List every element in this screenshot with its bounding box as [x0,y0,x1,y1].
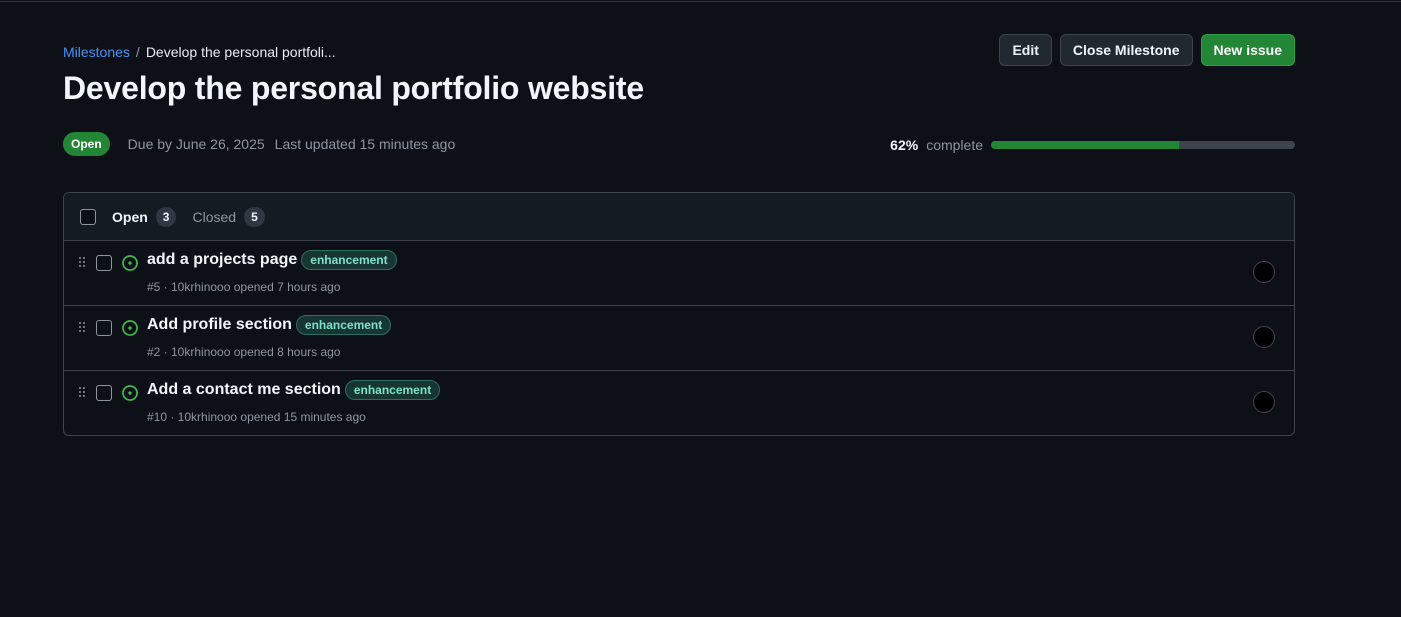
filter-closed-tab[interactable]: Closed 5 [192,206,265,227]
issue-title-line: Add profile section enhancement [147,315,392,335]
issue-checkbox[interactable] [96,320,112,336]
issue-checkbox[interactable] [96,385,112,401]
breadcrumb: Milestones / Develop the personal portfo… [63,44,336,60]
issue-row[interactable]: Add a contact me section enhancement #10… [64,371,1294,435]
avatar[interactable] [1253,326,1275,348]
issue-title-link[interactable]: add a projects page [147,251,297,269]
issue-title-line: Add a contact me section enhancement [147,380,441,400]
issue-meta: #10 · 10krhinooo opened 15 minutes ago [147,410,366,424]
milestone-meta: Open Due by June 26, 2025 Last updated 1… [63,132,455,156]
progress-bar [991,141,1295,149]
breadcrumb-milestones-link[interactable]: Milestones [63,44,130,60]
top-divider [0,1,1401,2]
issue-label[interactable]: enhancement [295,315,392,335]
issue-title-link[interactable]: Add profile section [147,316,292,334]
progress-label: complete [926,137,983,153]
breadcrumb-separator: / [135,44,140,60]
issue-opened-icon [122,255,138,271]
issue-opened-icon [122,320,138,336]
filter-closed-label: Closed [192,208,237,225]
milestone-actions: Edit Close Milestone New issue [999,34,1295,66]
last-updated: Last updated 15 minutes ago [274,136,456,152]
issue-meta: #2 · 10krhinooo opened 8 hours ago [147,345,341,359]
issue-row[interactable]: Add profile section enhancement #2 · 10k… [64,306,1294,371]
issues-list: Open 3 Closed 5 add a projects page enha… [63,192,1295,436]
drag-handle-icon[interactable] [79,256,87,270]
issue-checkbox[interactable] [96,255,112,271]
status-badge: Open [63,132,110,156]
progress-percent: 62% [890,137,919,153]
issue-title-line: add a projects page enhancement [147,250,397,270]
issue-label[interactable]: enhancement [344,380,441,400]
due-date: Due by June 26, 2025 [127,136,265,152]
filter-open-tab[interactable]: Open 3 [112,206,177,227]
filter-open-label: Open [112,208,148,225]
issue-opened-icon [122,385,138,401]
open-count: 3 [155,206,177,227]
milestone-progress: 62% complete [890,137,1295,153]
drag-handle-icon[interactable] [79,386,87,400]
avatar[interactable] [1253,391,1275,413]
closed-count: 5 [244,206,265,227]
issue-label[interactable]: enhancement [301,250,397,270]
progress-bar-fill [991,141,1180,149]
issues-list-header: Open 3 Closed 5 [64,193,1294,241]
select-all-checkbox[interactable] [80,208,96,225]
drag-handle-icon[interactable] [79,321,87,335]
edit-button[interactable]: Edit [999,34,1052,66]
issue-title-link[interactable]: Add a contact me section [147,381,341,399]
issue-row[interactable]: add a projects page enhancement #5 · 10k… [64,241,1294,306]
close-milestone-button[interactable]: Close Milestone [1059,34,1193,66]
page-title: Develop the personal portfolio website [63,70,644,106]
avatar[interactable] [1253,261,1275,283]
issue-meta: #5 · 10krhinooo opened 7 hours ago [147,280,341,294]
new-issue-button[interactable]: New issue [1200,34,1295,66]
breadcrumb-current: Develop the personal portfoli... [145,44,336,60]
